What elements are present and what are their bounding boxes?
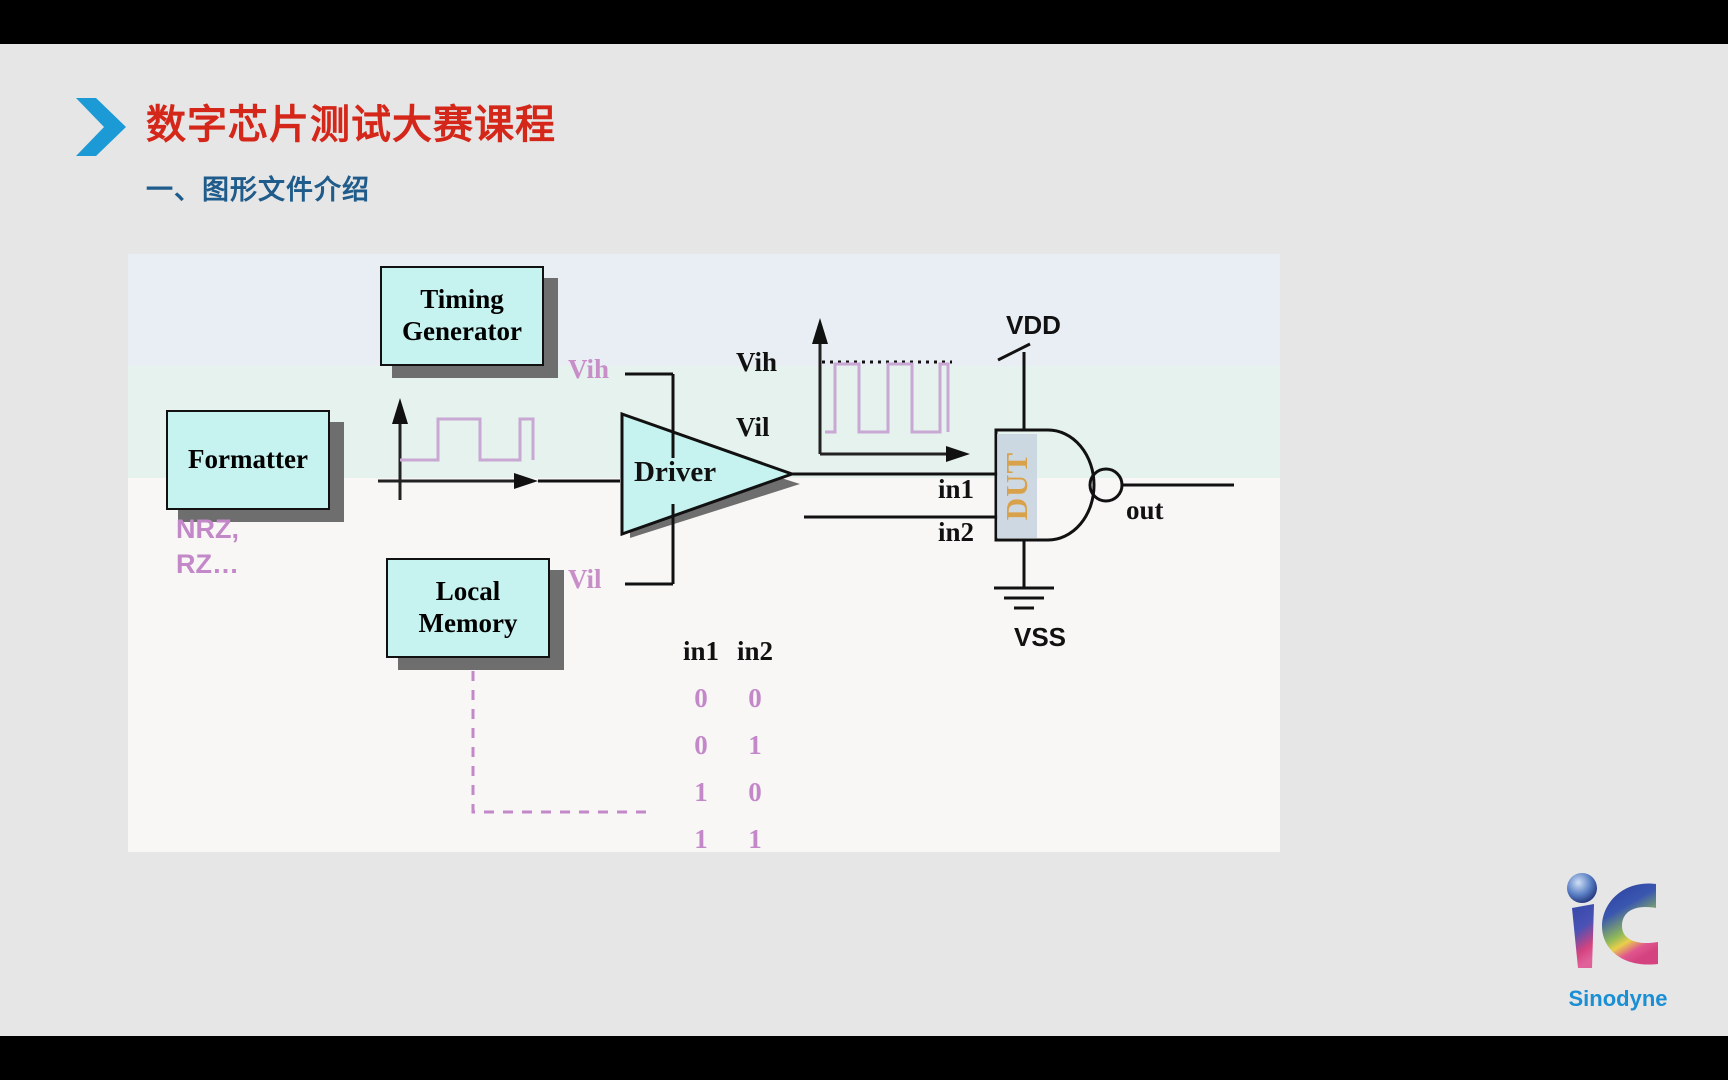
formatter-label: Formatter (188, 444, 308, 475)
logo-dot (1567, 873, 1597, 903)
sinodyne-logo-icon (1567, 873, 1658, 968)
dut-label: DUT (999, 451, 1035, 521)
driver-vil-label: Vil (568, 564, 602, 594)
driver-label: Driver (634, 456, 717, 488)
slide-stage: 数字芯片测试大赛课程 一、图形文件介绍 Timing Generator For… (0, 44, 1728, 1036)
diagram-panel: Timing Generator Formatter Local Memory DU… (128, 212, 1280, 852)
driver-vih-label: Vih (568, 354, 610, 384)
local-memory-label: Local Memory (418, 576, 518, 638)
logo-c-arc (1602, 883, 1658, 965)
table-row: 0 1 (680, 730, 776, 761)
formatter-format-note-line2: RZ… (176, 548, 239, 579)
cell-in2: 0 (748, 777, 762, 807)
cell-in1: 1 (694, 824, 708, 852)
vdd-label: VDD (1006, 310, 1061, 340)
table-row: 1 0 (680, 777, 776, 808)
output-vih-label: Vih (736, 347, 778, 377)
local-memory-box[interactable]: Local Memory (386, 558, 550, 658)
cell-in1: 1 (694, 777, 708, 807)
in1-label: in1 (938, 474, 975, 504)
timing-generator-label: Timing Generator (402, 284, 522, 346)
slide-root: 数字芯片测试大赛课程 一、图形文件介绍 Timing Generator For… (0, 0, 1728, 1080)
letterbox-bottom (0, 1036, 1728, 1080)
vss-label: VSS (1014, 622, 1067, 652)
logo-i-stem (1572, 904, 1594, 968)
truth-table-header-in1: in1 (682, 636, 720, 666)
formatter-waveform-axes (378, 398, 538, 500)
letterbox-top (0, 0, 1728, 44)
cell-in2: 0 (748, 683, 762, 713)
timing-generator-box[interactable]: Timing Generator (380, 266, 544, 366)
cell-in1: 0 (694, 683, 708, 713)
chevron-right-icon (76, 98, 126, 156)
formatter-box[interactable]: Formatter (166, 410, 330, 510)
section-subtitle: 一、图形文件介绍 (146, 175, 370, 205)
vss-ground-symbol (994, 540, 1054, 610)
table-row: 0 0 (680, 683, 776, 714)
formatter-format-note: NRZ, RZ… (176, 512, 239, 581)
formatter-waveform-trace (400, 417, 535, 462)
page-title: 数字芯片测试大赛课程 (146, 103, 556, 147)
truth-table-header-in2: in2 (736, 636, 774, 666)
cell-in2: 1 (748, 824, 762, 852)
table-row: 1 1 (680, 824, 776, 852)
truth-table: in1 in2 0 0 0 1 1 0 1 1 (680, 636, 776, 852)
output-vil-label: Vil (736, 412, 770, 442)
dut-label-rotated: DUT (997, 434, 1037, 538)
in2-label: in2 (938, 517, 975, 547)
logo-wordmark: Sinodyne (1568, 986, 1668, 1011)
cell-in1: 0 (694, 730, 708, 760)
truth-table-header-row: in1 in2 (680, 636, 776, 667)
cell-in2: 1 (748, 730, 762, 760)
out-label: out (1126, 495, 1164, 525)
vdd-supply-symbol (997, 342, 1031, 430)
driver-output-waveform-trace (825, 362, 950, 434)
formatter-format-note-line1: NRZ, (176, 514, 239, 544)
